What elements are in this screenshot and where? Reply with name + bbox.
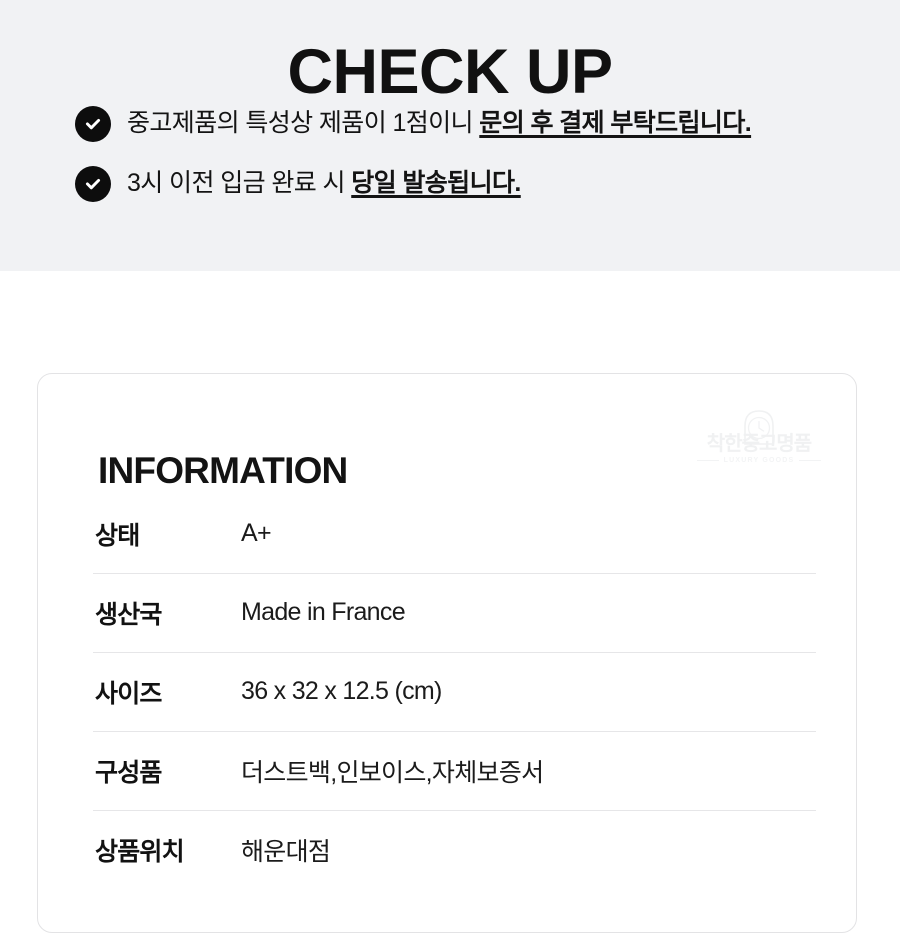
information-table: 상태 A+ 생산국 Made in France 사이즈 36 x 32 x 1… <box>38 494 856 889</box>
information-title: INFORMATION <box>98 449 348 491</box>
shop-clock-logo-icon <box>729 406 789 446</box>
checkup-item-plain-text: 3시 이전 입금 완료 시 <box>127 169 352 197</box>
checkup-item-text: 3시 이전 입금 완료 시 당일 발송됩니다. <box>127 164 521 202</box>
table-row: 상태 A+ <box>38 494 856 573</box>
checkup-item: 3시 이전 입금 완료 시 당일 발송됩니다. <box>75 164 875 204</box>
table-row-label: 상품위치 <box>95 837 185 866</box>
table-row-value: Made in France <box>241 598 406 626</box>
check-circle-icon <box>75 166 111 202</box>
table-row: 사이즈 36 x 32 x 12.5 (cm) <box>38 652 856 731</box>
table-row: 상품위치 해운대점 <box>38 810 856 889</box>
checkup-item-emphasis-text: 당일 발송됩니다. <box>351 169 521 197</box>
brand-watermark: 착한중고명품 LUXURY GOODS <box>695 406 823 478</box>
checkup-section: CHECK UP 중고제품의 특성상 제품이 1점이니 문의 후 결제 부탁드립… <box>0 0 900 271</box>
checkup-item-plain-text: 중고제품의 특성상 제품이 1점이니 <box>127 109 480 137</box>
checkup-item-emphasis-text: 문의 후 결제 부탁드립니다. <box>479 109 752 137</box>
checkup-item: 중고제품의 특성상 제품이 1점이니 문의 후 결제 부탁드립니다. <box>75 104 875 144</box>
table-row-label: 생산국 <box>95 600 162 629</box>
watermark-rule-right <box>799 460 821 461</box>
checkup-title: CHECK UP <box>287 37 613 108</box>
watermark-rule-left <box>697 460 719 461</box>
table-row: 구성품 더스트백,인보이스,자체보증서 <box>38 731 856 810</box>
table-row-label: 사이즈 <box>95 679 162 708</box>
table-row: 생산국 Made in France <box>38 573 856 652</box>
section-spacer <box>0 271 900 373</box>
checkup-item-text: 중고제품의 특성상 제품이 1점이니 문의 후 결제 부탁드립니다. <box>127 104 752 142</box>
check-circle-icon <box>75 106 111 142</box>
watermark-brand-name: 착한중고명품 <box>706 433 812 455</box>
table-row-label: 구성품 <box>95 758 162 787</box>
table-row-value: 해운대점 <box>241 837 331 866</box>
table-row-value: 더스트백,인보이스,자체보증서 <box>241 758 544 787</box>
information-card: INFORMATION 착한중고명품 LUXURY GOODS 상태 A+ 생산… <box>37 373 857 933</box>
checkup-list: 중고제품의 특성상 제품이 1점이니 문의 후 결제 부탁드립니다. 3시 이전… <box>75 104 875 224</box>
table-row-value: 36 x 32 x 12.5 (cm) <box>241 677 442 705</box>
table-row-label: 상태 <box>95 521 140 550</box>
watermark-subtitle: LUXURY GOODS <box>723 457 795 464</box>
table-row-value: A+ <box>241 519 272 547</box>
